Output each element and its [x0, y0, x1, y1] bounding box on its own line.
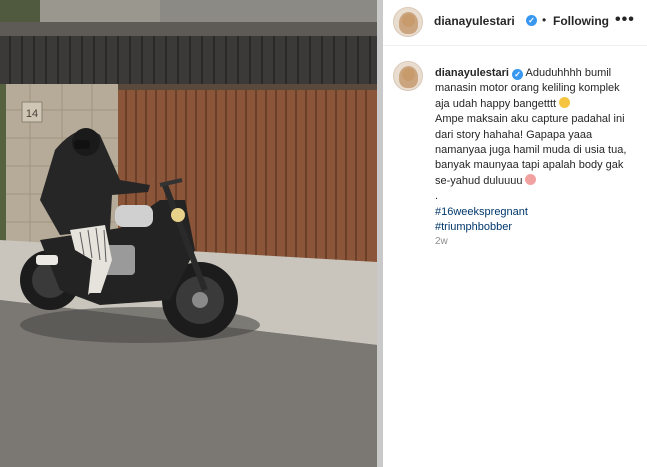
post-caption: dianayulestari ✓ Aduduhhhh bumil manasin… [435, 66, 640, 235]
more-options-icon[interactable]: ••• [615, 11, 635, 29]
hashtag-link[interactable]: #16weekspregnant [435, 205, 640, 220]
avatar[interactable] [393, 7, 423, 37]
heart-eyes-emoji-icon [525, 173, 537, 185]
caption-line: dari story hahaha! Gapapa yaaa [435, 128, 593, 141]
post-timestamp[interactable]: 2w [435, 236, 448, 247]
verified-badge-icon: ✓ [526, 15, 537, 26]
caption-username-link[interactable]: dianayulestari [435, 67, 509, 79]
header-username-link[interactable]: dianayulestari [434, 14, 515, 28]
caption-line: se-yahud duluuuu [435, 174, 523, 187]
motorcycle-photo: 14 [0, 0, 377, 467]
caption-line: Aduduhhhh bumil [525, 67, 612, 79]
following-button[interactable]: Following [553, 14, 609, 28]
grimacing-emoji-icon [559, 96, 571, 108]
caption-line: . [435, 190, 439, 203]
separator-dot: • [542, 13, 547, 27]
caption-line: manasin motor orang keliling komplek [435, 82, 620, 95]
post-header: dianayulestari ✓ • Following ••• [383, 0, 647, 46]
house-number: 14 [26, 108, 38, 120]
post-side-panel: dianayulestari ✓ • Following ••• dianayu… [383, 0, 647, 467]
caption-avatar[interactable] [393, 61, 423, 91]
hashtag-link[interactable]: #triumphbobber [435, 220, 640, 235]
post-media[interactable]: 14 [0, 0, 377, 467]
caption-line: banyak maunyaa tapi apalah body gak [435, 159, 624, 172]
caption-line: Ampe maksain aku capture padahal ini [435, 113, 625, 126]
caption-verified-icon: ✓ [512, 69, 524, 80]
caption-line: namanyaa juga hamil muda di usia tua, [435, 144, 627, 157]
caption-line: aja udah happy bangetttt [435, 97, 557, 110]
